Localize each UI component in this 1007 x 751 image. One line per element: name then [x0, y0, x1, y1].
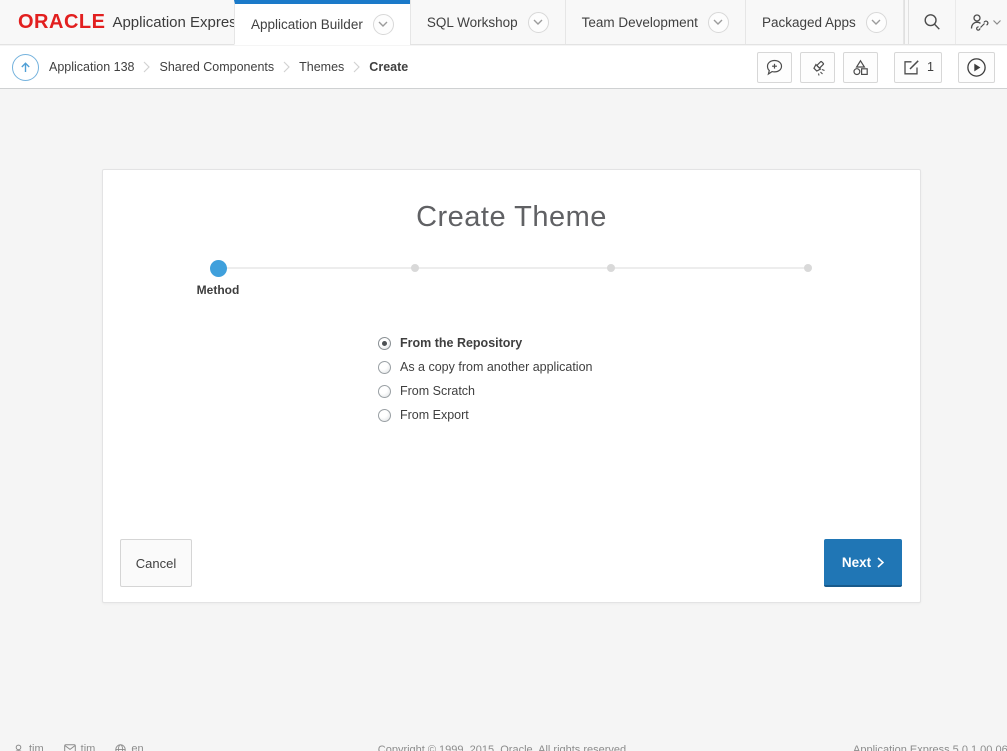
breadcrumb: Application 138 Shared Components Themes…	[49, 60, 408, 74]
breadcrumb-bar: Application 138 Shared Components Themes…	[0, 46, 1007, 89]
product-name-text: Application Express	[112, 14, 244, 31]
next-button-label: Next	[842, 555, 871, 570]
create-theme-wizard-card: Create Theme Method From the Repository …	[102, 169, 921, 603]
breadcrumb-themes[interactable]: Themes	[299, 60, 344, 74]
chevron-right-icon	[877, 557, 884, 568]
feedback-bubble-icon	[765, 58, 784, 77]
chevron-down-icon[interactable]	[528, 12, 549, 33]
tab-label: SQL Workshop	[427, 15, 518, 30]
shared-components-button[interactable]	[843, 52, 878, 83]
spotlight-icon	[808, 58, 827, 77]
radio-label: As a copy from another application	[400, 360, 592, 374]
breadcrumb-separator-icon	[353, 61, 360, 73]
page-body: Create Theme Method From the Repository …	[0, 90, 1007, 751]
radio-from-export[interactable]: From Export	[378, 403, 592, 427]
radio-label: From the Repository	[400, 336, 522, 350]
breadcrumb-application[interactable]: Application 138	[49, 60, 134, 74]
radio-button-icon	[378, 409, 391, 422]
radio-button-icon	[378, 337, 391, 350]
progress-line	[218, 267, 808, 269]
run-application-button[interactable]	[958, 52, 995, 83]
administration-menu-button[interactable]	[955, 0, 1007, 44]
oracle-logo: ORACLE Application Express	[0, 0, 234, 44]
page-footer: tim tim en Copyright © 1999, 2015, Oracl…	[0, 743, 1007, 751]
progress-step-4	[804, 264, 812, 272]
progress-step-label: Method	[158, 283, 278, 297]
tab-sql-workshop[interactable]: SQL Workshop	[410, 0, 565, 44]
tab-label: Packaged Apps	[762, 15, 856, 30]
theme-roller-spotlight-button[interactable]	[800, 52, 835, 83]
chevron-down-icon	[993, 20, 1001, 25]
edit-page-number: 1	[927, 60, 934, 74]
radio-as-a-copy[interactable]: As a copy from another application	[378, 355, 592, 379]
radio-from-scratch[interactable]: From Scratch	[378, 379, 592, 403]
page-title: Create Theme	[103, 201, 920, 234]
cancel-button[interactable]: Cancel	[120, 539, 192, 587]
search-icon	[922, 12, 942, 32]
main-tabs: Application Builder SQL Workshop Team De…	[234, 0, 904, 44]
radio-label: From Export	[400, 408, 469, 422]
admin-wrench-icon	[969, 12, 989, 32]
top-navigation-bar: ORACLE Application Express Application B…	[0, 0, 1007, 45]
radio-button-icon	[378, 385, 391, 398]
tab-label: Application Builder	[251, 17, 363, 32]
chevron-down-icon[interactable]	[866, 12, 887, 33]
tab-team-development[interactable]: Team Development	[565, 0, 745, 44]
up-arrow-icon	[19, 61, 32, 74]
radio-label: From Scratch	[400, 384, 475, 398]
shapes-icon	[851, 58, 870, 77]
feedback-button[interactable]	[757, 52, 792, 83]
breadcrumb-separator-icon	[283, 61, 290, 73]
run-application-icon	[966, 57, 987, 78]
breadcrumb-shared-components[interactable]: Shared Components	[159, 60, 274, 74]
tab-packaged-apps[interactable]: Packaged Apps	[745, 0, 904, 44]
page-action-buttons: 1	[757, 52, 995, 83]
tab-label: Team Development	[582, 15, 698, 30]
progress-step-method	[210, 260, 227, 277]
create-theme-method-options: From the Repository As a copy from anoth…	[378, 331, 592, 427]
edit-page-button[interactable]: 1	[894, 52, 942, 83]
chevron-down-icon[interactable]	[373, 14, 394, 35]
edit-page-icon	[902, 58, 921, 77]
tab-application-builder[interactable]: Application Builder	[234, 0, 410, 45]
progress-step-2	[411, 264, 419, 272]
breadcrumb-separator-icon	[143, 61, 150, 73]
search-button[interactable]	[908, 0, 955, 44]
oracle-brand-text: ORACLE	[18, 11, 105, 34]
apex-create-theme-screen: ORACLE Application Express Application B…	[0, 0, 1007, 751]
next-button[interactable]: Next	[824, 539, 902, 587]
topbar-actions: ?	[904, 0, 1007, 44]
chevron-down-icon[interactable]	[708, 12, 729, 33]
up-level-button[interactable]	[12, 54, 39, 81]
breadcrumb-create: Create	[369, 60, 408, 74]
progress-step-3	[607, 264, 615, 272]
radio-button-icon	[378, 361, 391, 374]
footer-version: Application Express 5.0.1.00.06	[853, 744, 1007, 751]
radio-from-the-repository[interactable]: From the Repository	[378, 331, 592, 355]
